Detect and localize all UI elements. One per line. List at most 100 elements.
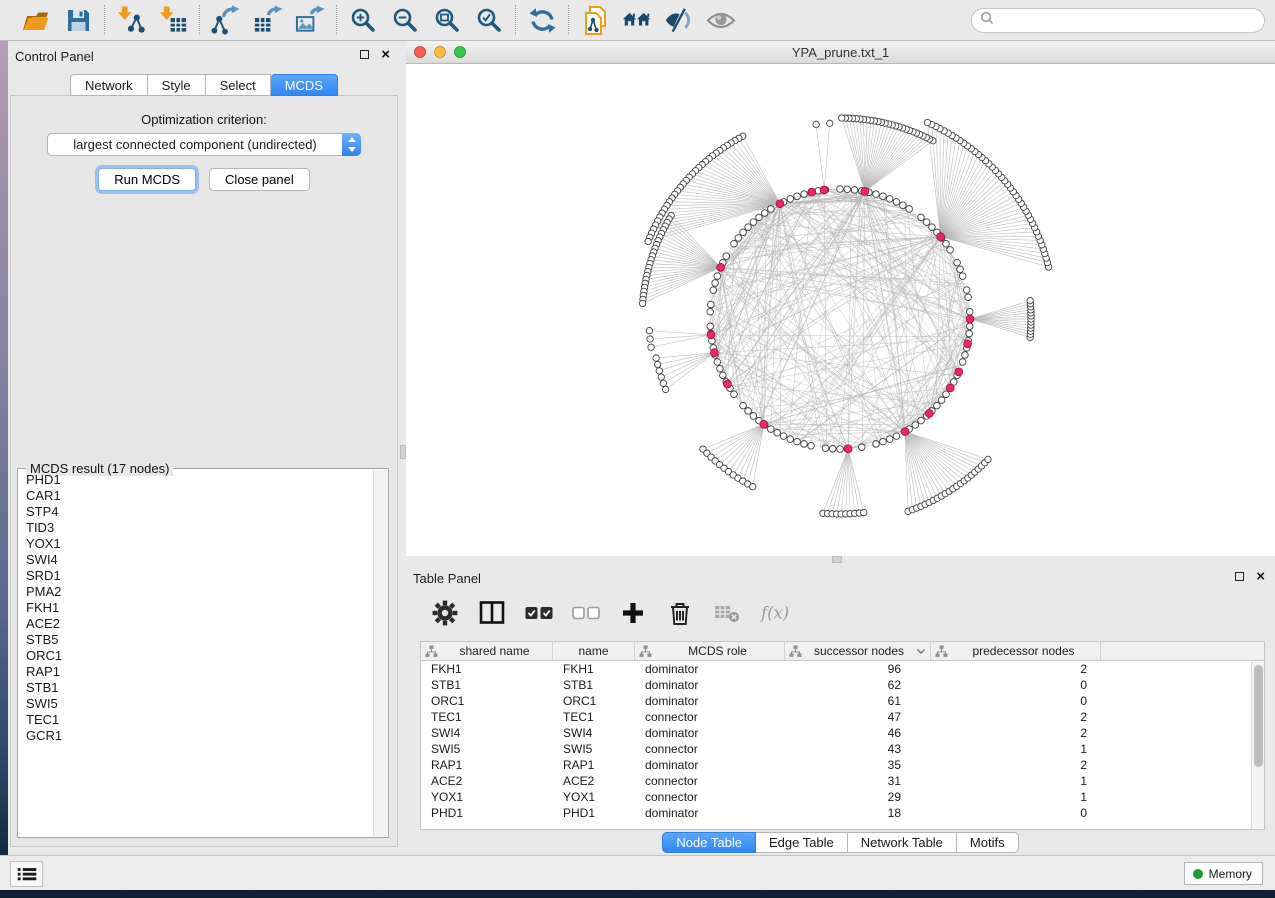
table-row[interactable]: STB1STB1dominator620 — [421, 677, 1264, 693]
deselect-all-icon[interactable] — [571, 598, 601, 628]
minimize-window-icon[interactable] — [434, 46, 446, 58]
mcds-dominator-node[interactable] — [966, 315, 974, 323]
graph-node[interactable] — [794, 438, 801, 445]
save-session-icon[interactable] — [63, 5, 93, 35]
graph-node[interactable] — [873, 191, 880, 198]
graph-node[interactable] — [966, 308, 973, 315]
graph-node[interactable] — [938, 397, 945, 404]
close-panel-button[interactable]: Close panel — [209, 168, 310, 191]
graph-node[interactable] — [646, 327, 652, 333]
graph-node[interactable] — [740, 402, 747, 409]
graph-node[interactable] — [1027, 297, 1033, 303]
graph-node[interactable] — [735, 235, 742, 242]
graph-node[interactable] — [844, 186, 851, 193]
export-image-icon[interactable] — [295, 5, 325, 35]
column-header-successor-nodes[interactable]: successor nodes — [785, 642, 931, 660]
column-header-name[interactable]: name — [553, 642, 635, 660]
close-table-panel-icon[interactable]: × — [1256, 572, 1265, 581]
graph-node[interactable] — [858, 444, 865, 451]
graph-node[interactable] — [959, 273, 966, 280]
graph-node[interactable] — [756, 214, 763, 221]
graph-node[interactable] — [750, 413, 757, 420]
graph-node[interactable] — [947, 247, 954, 254]
mcds-dominator-node[interactable] — [724, 380, 732, 388]
mcds-dominator-node[interactable] — [901, 428, 909, 436]
table-row[interactable]: YOX1YOX1connector291 — [421, 789, 1264, 805]
graph-node[interactable] — [660, 380, 666, 386]
graph-node[interactable] — [720, 372, 727, 379]
mcds-result-item[interactable]: STP4 — [26, 504, 372, 520]
graph-node[interactable] — [822, 445, 829, 452]
mcds-result-item[interactable]: STB1 — [26, 680, 372, 696]
graph-node[interactable] — [912, 422, 919, 429]
mcds-dominator-node[interactable] — [861, 187, 869, 195]
column-header-predecessor-nodes[interactable]: predecessor nodes — [931, 642, 1101, 660]
graph-node[interactable] — [787, 436, 794, 443]
mcds-result-item[interactable]: TID3 — [26, 520, 372, 536]
graph-node[interactable] — [934, 402, 941, 409]
mcds-result-item[interactable]: CAR1 — [26, 488, 372, 504]
tab-select[interactable]: Select — [206, 74, 271, 96]
graph-node[interactable] — [712, 280, 719, 287]
graph-node[interactable] — [959, 359, 966, 366]
tab-edge-table[interactable]: Edge Table — [756, 832, 848, 853]
graph-node[interactable] — [658, 374, 664, 380]
graph-node[interactable] — [656, 368, 662, 374]
import-table-icon[interactable] — [158, 5, 188, 35]
zoom-in-icon[interactable] — [348, 5, 378, 35]
mcds-dominator-node[interactable] — [844, 445, 852, 453]
graph-node[interactable] — [985, 456, 991, 462]
select-all-icon[interactable] — [524, 598, 554, 628]
graph-node[interactable] — [708, 301, 715, 308]
graph-node[interactable] — [750, 483, 756, 489]
graph-node[interactable] — [808, 442, 815, 449]
float-panel-icon[interactable] — [360, 50, 369, 59]
graph-node[interactable] — [839, 115, 845, 121]
table-row[interactable]: ACE2ACE2connector311 — [421, 773, 1264, 789]
graph-node[interactable] — [731, 240, 738, 247]
graph-node[interactable] — [723, 253, 730, 260]
graph-node[interactable] — [787, 196, 794, 203]
graph-node[interactable] — [943, 240, 950, 247]
mcds-dominator-node[interactable] — [707, 331, 715, 339]
mcds-result-item[interactable]: ORC1 — [26, 648, 372, 664]
zoom-window-icon[interactable] — [454, 46, 466, 58]
criterion-select[interactable]: largest connected component (undirected) — [47, 133, 361, 156]
mcds-result-item[interactable]: TEC1 — [26, 712, 372, 728]
graph-node[interactable] — [827, 120, 833, 126]
graph-node[interactable] — [714, 273, 721, 280]
graph-node[interactable] — [648, 344, 654, 350]
graph-node[interactable] — [957, 266, 964, 273]
mcds-dominator-node[interactable] — [937, 233, 945, 241]
table-row[interactable]: PHD1PHD1dominator180 — [421, 805, 1264, 821]
table-row[interactable]: SWI5SWI5connector431 — [421, 741, 1264, 757]
mcds-result-item[interactable]: SWI4 — [26, 552, 372, 568]
clone-network-icon[interactable] — [580, 5, 610, 35]
home-pages-icon[interactable] — [622, 5, 652, 35]
mcds-result-item[interactable]: PHD1 — [26, 472, 372, 488]
graph-node[interactable] — [837, 446, 844, 453]
graph-node[interactable] — [768, 426, 775, 433]
import-network-icon[interactable] — [116, 5, 146, 35]
graph-node[interactable] — [923, 219, 930, 226]
graph-node[interactable] — [880, 193, 887, 200]
mcds-dominator-node[interactable] — [820, 186, 828, 194]
graph-node[interactable] — [966, 323, 973, 330]
tab-style[interactable]: Style — [148, 74, 206, 96]
graph-node[interactable] — [963, 287, 970, 294]
zoom-selected-icon[interactable] — [474, 5, 504, 35]
mcds-list-scrollbar[interactable] — [373, 470, 387, 836]
graph-node[interactable] — [965, 294, 972, 301]
graph-node[interactable] — [851, 187, 858, 194]
graph-node[interactable] — [717, 365, 724, 372]
show-eye-icon[interactable] — [706, 5, 736, 35]
tab-node-table[interactable]: Node Table — [662, 832, 756, 853]
graph-node[interactable] — [662, 386, 668, 392]
mcds-dominator-node[interactable] — [964, 340, 972, 348]
horizontal-splitter-handle[interactable] — [832, 556, 842, 563]
graph-node[interactable] — [893, 199, 900, 206]
graph-node[interactable] — [645, 238, 651, 244]
close-panel-icon[interactable]: × — [381, 50, 390, 59]
zoom-out-icon[interactable] — [390, 5, 420, 35]
graph-node[interactable] — [954, 259, 961, 266]
